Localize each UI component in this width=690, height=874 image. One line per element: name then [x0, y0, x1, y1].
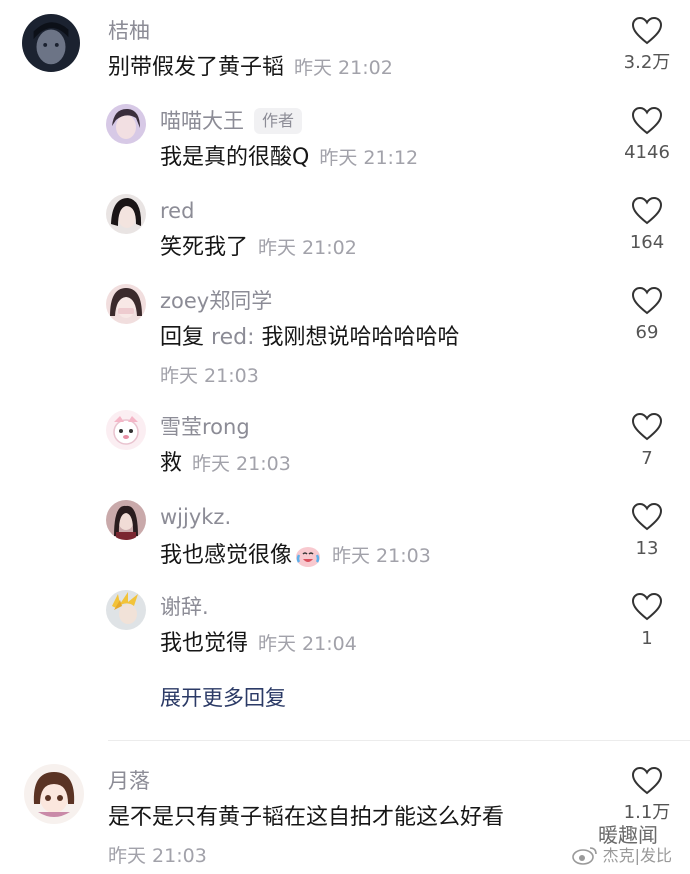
- avatar[interactable]: [106, 500, 146, 540]
- avatar[interactable]: [106, 284, 146, 324]
- crying-laugh-emoji-icon: [296, 547, 321, 567]
- like-count: 1.1万: [623, 802, 671, 823]
- comment-body: 我也觉得: [160, 631, 249, 656]
- like-count: 164: [629, 232, 665, 253]
- like-count: 69: [635, 322, 659, 343]
- comment-text[interactable]: 我也感觉很像 昨天 21:03: [160, 540, 431, 570]
- watermark-source: 杰克|发比: [571, 845, 672, 866]
- heart-outline-icon: [631, 502, 663, 531]
- comment-time: 昨天 21:02: [258, 237, 357, 259]
- comment-text[interactable]: 别带假发了黄子韬 昨天 21:02: [108, 54, 393, 82]
- comment-time: 昨天 21:03: [332, 545, 431, 567]
- comment-time: 昨天 21:04: [258, 633, 357, 655]
- watermark-handle: 杰克|发比: [602, 846, 672, 865]
- like-count: 7: [641, 448, 653, 469]
- author-badge: 作者: [254, 108, 303, 134]
- comment-body: 我也感觉很像: [160, 543, 293, 568]
- like-button[interactable]: 13: [612, 502, 682, 560]
- comment-time: 昨天 21:12: [319, 147, 419, 169]
- reply-target[interactable]: red:: [211, 325, 254, 350]
- like-count: 13: [635, 538, 659, 559]
- comment-body: 我刚想说哈哈哈哈哈: [261, 325, 460, 350]
- comment-time: 昨天 21:03: [192, 453, 291, 475]
- watermark-title: 暖趣闻: [598, 823, 658, 847]
- comment-time: 昨天 21:03: [160, 365, 259, 387]
- comment-body: 笑死我了: [160, 235, 249, 260]
- avatar[interactable]: [106, 194, 146, 234]
- avatar[interactable]: [106, 410, 146, 450]
- username[interactable]: zoey郑同学: [160, 288, 272, 314]
- avatar[interactable]: [106, 104, 146, 144]
- comment-text[interactable]: 回复 red: 我刚想说哈哈哈哈哈: [160, 324, 460, 352]
- comment-text[interactable]: 是不是只有黄子韬在这自拍才能这么好看: [108, 804, 504, 832]
- like-count: 4146: [624, 142, 670, 163]
- username[interactable]: 喵喵大王 作者: [160, 108, 303, 134]
- heart-outline-icon: [631, 592, 663, 621]
- divider: [108, 740, 690, 741]
- watermark: 暖趣闻 杰克|发比: [571, 825, 672, 866]
- like-button[interactable]: 7: [612, 412, 682, 470]
- comment-time: 昨天 21:03: [108, 845, 207, 867]
- heart-outline-icon: [631, 106, 663, 135]
- username[interactable]: 谢辞.: [160, 594, 209, 620]
- like-button[interactable]: 164: [612, 196, 682, 254]
- username-text: 喵喵大王: [160, 109, 244, 133]
- like-count: 3.2万: [623, 52, 671, 73]
- comment-text[interactable]: 我是真的很酸Q 昨天 21:12: [160, 144, 418, 172]
- heart-outline-icon: [631, 412, 663, 441]
- comment-time: 昨天 21:02: [294, 57, 393, 79]
- heart-outline-icon: [631, 286, 663, 315]
- avatar[interactable]: [24, 764, 84, 824]
- like-button[interactable]: 4146: [612, 106, 682, 164]
- comment-body: 我是真的很酸Q: [160, 145, 310, 170]
- comment-body: 救: [160, 451, 183, 476]
- comment-body: 是不是只有黄子韬在这自拍才能这么好看: [108, 805, 505, 830]
- comment-body: 别带假发了黄子韬: [108, 55, 285, 80]
- weibo-logo-icon: [571, 847, 597, 865]
- username[interactable]: red: [160, 198, 194, 224]
- like-button[interactable]: 1: [612, 592, 682, 650]
- comment-text[interactable]: 笑死我了 昨天 21:02: [160, 234, 357, 262]
- expand-replies-link[interactable]: 展开更多回复: [160, 684, 286, 712]
- reply-prefix: 回复: [160, 325, 205, 350]
- username[interactable]: 雪莹rong: [160, 414, 250, 440]
- username[interactable]: wjjykz.: [160, 504, 231, 530]
- like-count: 1: [641, 628, 653, 649]
- like-button[interactable]: 1.1万: [612, 766, 682, 824]
- avatar[interactable]: [22, 14, 80, 72]
- comment-text[interactable]: 我也觉得 昨天 21:04: [160, 630, 357, 658]
- like-button[interactable]: 69: [612, 286, 682, 344]
- heart-outline-icon: [631, 16, 663, 45]
- heart-outline-icon: [631, 766, 663, 795]
- heart-outline-icon: [631, 196, 663, 225]
- comment-text[interactable]: 救昨天 21:03: [160, 450, 291, 478]
- username[interactable]: 桔柚: [108, 18, 150, 44]
- avatar[interactable]: [106, 590, 146, 630]
- username[interactable]: 月落: [108, 768, 150, 794]
- like-button[interactable]: 3.2万: [612, 16, 682, 74]
